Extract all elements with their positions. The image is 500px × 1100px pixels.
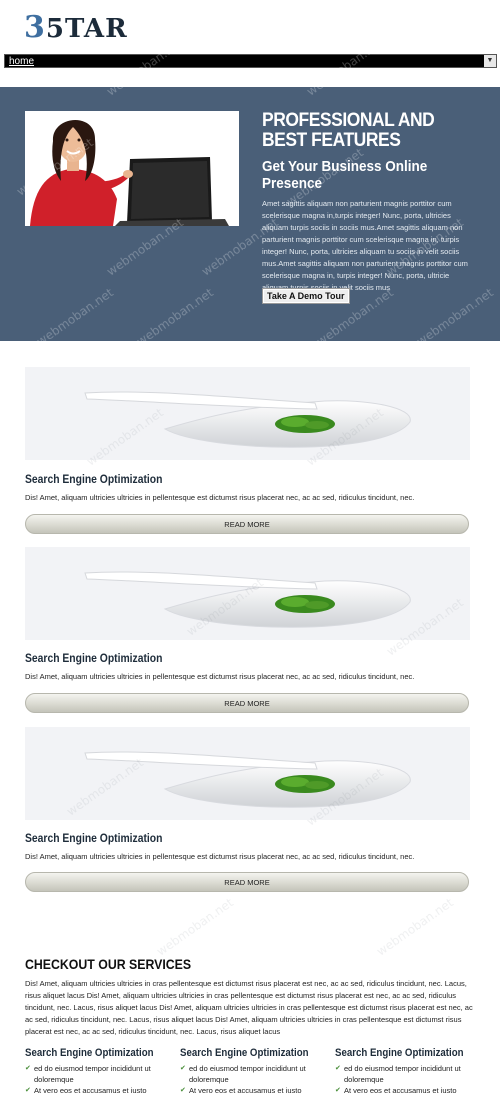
list-item: ✔ At vero eos et accusamus et iusto xyxy=(25,1086,147,1095)
services-body: Dis! Amet, aliquam ultricies ultricies i… xyxy=(25,979,473,1036)
feature-title: Search Engine Optimization xyxy=(25,474,163,486)
check-icon: ✔ xyxy=(335,1087,341,1094)
feature-body: Dis! Amet, aliquam ultricies ultricies i… xyxy=(25,672,415,681)
feature-image xyxy=(25,727,470,820)
check-icon: ✔ xyxy=(25,1065,31,1072)
check-icon: ✔ xyxy=(335,1065,341,1072)
read-more-button[interactable]: READ MORE xyxy=(25,872,469,892)
demo-tour-button[interactable]: Take A Demo Tour xyxy=(262,288,350,304)
list-item: ✔ ed do eiusmod tempor incididunt ut dolo… xyxy=(25,1064,151,1084)
check-icon: ✔ xyxy=(25,1087,31,1094)
watermark: webmoban.net xyxy=(374,895,456,959)
hero-title: PROFESSIONAL AND BEST FEATURES xyxy=(262,110,435,151)
logo-word: 5TAR xyxy=(45,14,128,44)
feature-title: Search Engine Optimization xyxy=(25,653,163,665)
hero-text: PROFESSIONAL AND BEST FEATURES Get Your … xyxy=(262,111,476,294)
read-more-button[interactable]: READ MORE xyxy=(25,514,469,534)
service-column: Search Engine Optimization ✔ ed do eiusmo… xyxy=(25,1047,175,1096)
plate-with-herb-illustration xyxy=(25,367,470,460)
site-header: 35TAR xyxy=(0,0,500,52)
service-column: Search Engine Optimization ✔ ed do eiusmo… xyxy=(180,1047,330,1096)
service-column-title: Search Engine Optimization xyxy=(25,1047,154,1059)
logo-number: 3 xyxy=(24,10,46,45)
feature-title: Search Engine Optimization xyxy=(25,833,163,845)
plate-with-herb-illustration xyxy=(25,547,470,640)
watermark: webmoban.net xyxy=(154,895,236,959)
chevron-down-icon[interactable]: ▼ xyxy=(484,55,496,67)
feature-body: Dis! Amet, aliquam ultricies ultricies i… xyxy=(25,852,415,861)
hero-subtitle: Get Your Business Online Presence xyxy=(262,158,428,192)
list-item: ✔ ed do eiusmod tempor incididunt ut dolo… xyxy=(180,1064,306,1084)
service-list: ✔ ed do eiusmod tempor incididunt ut dolo… xyxy=(25,1063,175,1096)
service-column-title: Search Engine Optimization xyxy=(180,1047,309,1059)
feature-image xyxy=(25,547,470,640)
services-title: CHECKOUT OUR SERVICES xyxy=(25,956,192,972)
feature-image xyxy=(25,367,470,460)
hero-section: PROFESSIONAL AND BEST FEATURES Get Your … xyxy=(0,87,500,341)
woman-with-laptop-illustration xyxy=(25,111,239,226)
plate-with-herb-illustration xyxy=(25,727,470,820)
service-column: Search Engine Optimization ✔ ed do eiusmo… xyxy=(335,1047,485,1096)
hero-body-text: Amet sagittis aliquam non parturient mag… xyxy=(262,199,468,292)
nav-select-value: home xyxy=(9,56,35,67)
list-item: ✔ At vero eos et accusamus et iusto xyxy=(335,1086,457,1095)
check-icon: ✔ xyxy=(180,1087,186,1094)
service-list: ✔ ed do eiusmod tempor incididunt ut dolo… xyxy=(180,1063,330,1096)
feature-body: Dis! Amet, aliquam ultricies ultricies i… xyxy=(25,493,415,502)
hero-image xyxy=(25,111,239,226)
read-more-button[interactable]: READ MORE xyxy=(25,693,469,713)
check-icon: ✔ xyxy=(180,1065,186,1072)
list-item: ✔ ed do eiusmod tempor incididunt ut dolo… xyxy=(335,1064,461,1084)
nav-select[interactable]: home ▼ xyxy=(4,54,497,68)
list-item: ✔ At vero eos et accusamus et iusto xyxy=(180,1086,302,1095)
site-logo[interactable]: 35TAR xyxy=(24,10,128,45)
service-column-title: Search Engine Optimization xyxy=(335,1047,464,1059)
service-list: ✔ ed do eiusmod tempor incididunt ut dolo… xyxy=(335,1063,485,1096)
